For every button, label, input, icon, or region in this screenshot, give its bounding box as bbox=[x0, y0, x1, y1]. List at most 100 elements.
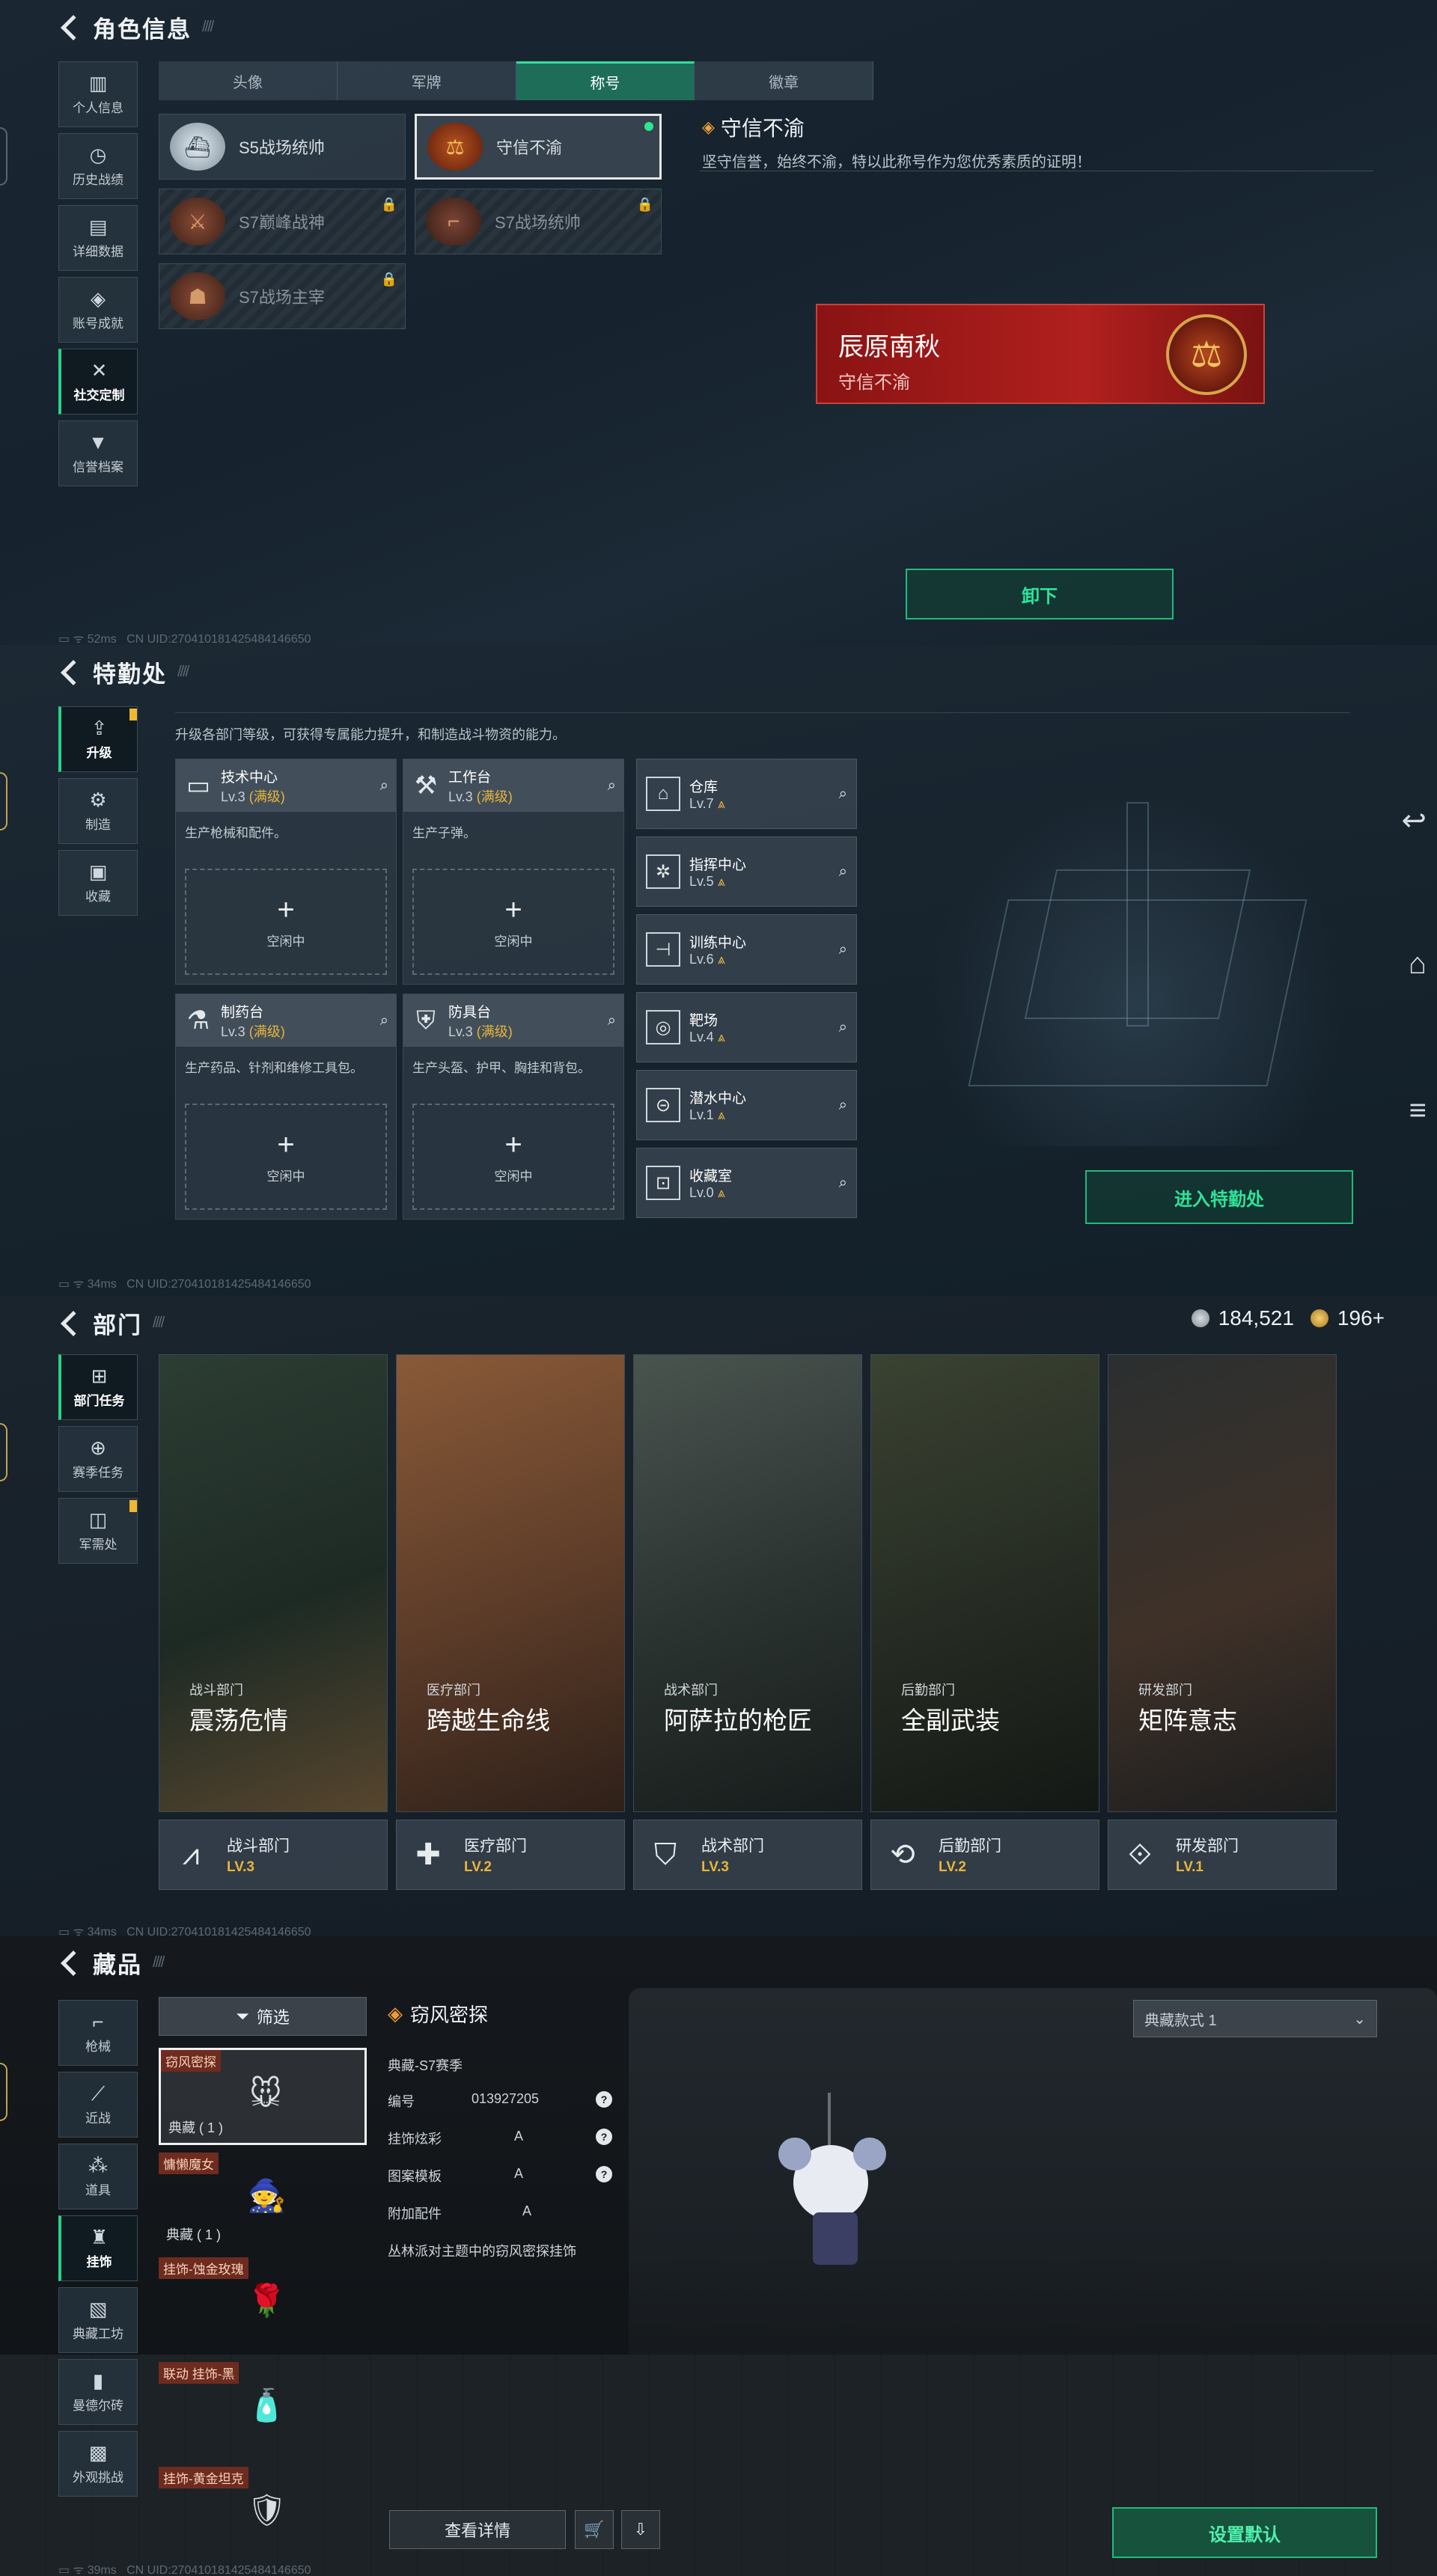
side-handle[interactable] bbox=[0, 2063, 7, 2121]
collection-item[interactable]: 窃风密探 🐭 典藏 ( 1 ) bbox=[159, 2048, 367, 2145]
sidebar-item-brick[interactable]: ▮ 曼德尔砖 bbox=[58, 2359, 138, 2425]
menu-nav-icon[interactable]: ≡ bbox=[1409, 1094, 1427, 1128]
side-handle[interactable] bbox=[0, 1423, 7, 1481]
tab-avatar[interactable]: 头像 bbox=[159, 61, 338, 100]
collection-item[interactable]: 挂饰-蚀金玫瑰 🌹 bbox=[159, 2257, 367, 2355]
title-card-selected[interactable]: ⚖ 守信不渝 bbox=[415, 114, 662, 180]
charm-3d-preview[interactable] bbox=[771, 2093, 921, 2317]
unequip-button[interactable]: 卸下 bbox=[906, 569, 1174, 619]
side-handle[interactable] bbox=[0, 127, 7, 186]
home-nav-icon[interactable]: ⌂ bbox=[1409, 947, 1427, 981]
sidebar-item-supply[interactable]: ◫ 军需处 bbox=[58, 1498, 138, 1564]
detail-heading: ◈ 窃风密探 bbox=[388, 2000, 642, 2028]
search-icon[interactable]: ⌕ bbox=[839, 1097, 847, 1114]
search-icon[interactable]: ⌕ bbox=[608, 777, 616, 795]
sidebar-item-melee[interactable]: ⟋ 近战 bbox=[58, 2072, 138, 2138]
search-icon[interactable]: ⌕ bbox=[608, 1012, 616, 1030]
sidebar-item-social-custom[interactable]: ✕ 社交定制 bbox=[58, 349, 138, 414]
department-level[interactable]: ⛉ 战术部门 LV.3 bbox=[633, 1820, 862, 1890]
download-icon[interactable]: ⇩ bbox=[621, 2510, 660, 2549]
back-icon[interactable] bbox=[61, 659, 86, 685]
style-dropdown[interactable]: 典藏款式 1 ⌄ bbox=[1133, 2000, 1377, 2037]
room-level: Lv.1 bbox=[689, 1107, 714, 1122]
title-card-locked[interactable]: ⌐ S7战场统帅 🔒 bbox=[415, 189, 662, 254]
tab-title[interactable]: 称号 bbox=[516, 61, 695, 100]
sidebar-item-history[interactable]: ◷ 历史战绩 bbox=[58, 133, 138, 199]
production-slot[interactable]: + 空闲中 bbox=[185, 1104, 387, 1210]
department-card[interactable]: 后勤部门 全副武装 bbox=[870, 1354, 1099, 1812]
help-icon[interactable]: ? bbox=[595, 2091, 612, 2108]
title-card-locked[interactable]: ⚔ S7巅峰战神 🔒 bbox=[159, 189, 406, 254]
sidebar-item-dept-task[interactable]: ⊞ 部门任务 bbox=[58, 1354, 138, 1420]
sidebar-item-props[interactable]: ⁂ 道具 bbox=[58, 2144, 138, 2209]
department-level[interactable]: ⩘ 战斗部门 LV.3 bbox=[159, 1820, 388, 1890]
sidebar-item-guns[interactable]: ⌐ 枪械 bbox=[58, 2000, 138, 2066]
production-slot[interactable]: + 空闲中 bbox=[412, 1104, 614, 1210]
row-key: 附加配件 bbox=[388, 2206, 442, 2221]
room-item[interactable]: ✲ 指挥中心 Lv.5 ⩓ ⌕ bbox=[636, 836, 857, 907]
back-icon[interactable] bbox=[61, 14, 86, 40]
title-card-locked[interactable]: ☗ S7战场主宰 🔒 bbox=[159, 263, 406, 329]
slot-status: 空闲中 bbox=[494, 1169, 533, 1184]
tab-dogtag[interactable]: 军牌 bbox=[338, 61, 516, 100]
gun-icon: ⌐ bbox=[92, 2010, 104, 2033]
department-level[interactable]: ⟲ 后勤部门 LV.2 bbox=[870, 1820, 1099, 1890]
search-icon[interactable]: ⌕ bbox=[839, 786, 847, 803]
department-level[interactable]: ⟐ 研发部门 LV.1 bbox=[1108, 1820, 1337, 1890]
help-icon[interactable]: ? bbox=[595, 2166, 612, 2182]
sidebar-item-credit[interactable]: ▼ 信誉档案 bbox=[58, 420, 138, 486]
back-icon[interactable] bbox=[61, 1310, 86, 1336]
upgrade-arrows-icon: ⩓ bbox=[717, 1107, 725, 1122]
tab-badge[interactable]: 徽章 bbox=[695, 61, 873, 100]
enter-special-ops-button[interactable]: 进入特勤处 bbox=[1085, 1170, 1353, 1224]
sidebar-item-personal-info[interactable]: ▥ 个人信息 bbox=[58, 61, 138, 127]
facility-card[interactable]: ⚗ 制药台 Lv.3 (满级) ⌕ 生产药品、针剂和维修工具包。 + 空闲中 bbox=[175, 994, 397, 1220]
filter-button[interactable]: ⏷ 筛选 bbox=[159, 1997, 367, 2036]
sidebar-item-upgrade[interactable]: ⇪ 升级 bbox=[58, 706, 138, 772]
room-item[interactable]: ⌂ 仓库 Lv.7 ⩓ ⌕ bbox=[636, 759, 857, 829]
search-icon[interactable]: ⌕ bbox=[380, 1012, 388, 1030]
room-item[interactable]: ⊡ 收藏室 Lv.0 ⩓ ⌕ bbox=[636, 1148, 857, 1218]
facility-card[interactable]: ▭ 技术中心 Lv.3 (满级) ⌕ 生产枪械和配件。 + 空闲中 bbox=[175, 759, 397, 985]
set-default-button[interactable]: 设置默认 bbox=[1112, 2507, 1377, 2558]
sidebar-item-season-task[interactable]: ⊕ 赛季任务 bbox=[58, 1426, 138, 1492]
search-icon[interactable]: ⌕ bbox=[380, 777, 388, 795]
cart-icon[interactable]: 🛒 bbox=[575, 2510, 614, 2549]
side-handle[interactable] bbox=[0, 772, 7, 830]
room-name: 仓库 bbox=[689, 780, 718, 795]
collection-item[interactable]: 慵懒魔女 🧙 典藏 ( 1 ) bbox=[159, 2153, 367, 2250]
department-level[interactable]: ✚ 医疗部门 LV.2 bbox=[396, 1820, 625, 1890]
production-slot[interactable]: + 空闲中 bbox=[412, 869, 614, 975]
facility-card[interactable]: ⛨ 防具台 Lv.3 (满级) ⌕ 生产头盔、护甲、胸挂和背包。 + 空闲中 bbox=[403, 994, 624, 1220]
facility-card[interactable]: ⚒ 工作台 Lv.3 (满级) ⌕ 生产子弹。 + 空闲中 bbox=[403, 759, 624, 985]
department-card[interactable]: 战斗部门 震荡危情 bbox=[159, 1354, 388, 1812]
search-icon[interactable]: ⌕ bbox=[839, 1019, 847, 1036]
search-icon[interactable]: ⌕ bbox=[839, 941, 847, 958]
back-nav-icon[interactable]: ↩ bbox=[1401, 804, 1427, 838]
sidebar-item-challenge[interactable]: ▩ 外观挑战 bbox=[58, 2431, 138, 2497]
sidebar-item-details[interactable]: ▤ 详细数据 bbox=[58, 205, 138, 271]
view-details-button[interactable]: 查看详情 bbox=[389, 2510, 566, 2549]
help-icon[interactable]: ? bbox=[595, 2129, 612, 2145]
room-item[interactable]: ⊝ 潜水中心 Lv.1 ⩓ ⌕ bbox=[636, 1070, 857, 1140]
shield-icon: ▼ bbox=[88, 430, 108, 453]
collection-item[interactable]: 挂饰-黄金坦克 🛡 bbox=[159, 2467, 367, 2549]
collection-item[interactable]: 联动 挂饰-黑 🧴 bbox=[159, 2362, 367, 2459]
room-item[interactable]: ⊣ 训练中心 Lv.6 ⩓ ⌕ bbox=[636, 914, 857, 985]
search-icon[interactable]: ⌕ bbox=[839, 1175, 847, 1192]
department-card[interactable]: 医疗部门 跨越生命线 bbox=[396, 1354, 625, 1812]
department-card[interactable]: 研发部门 矩阵意志 bbox=[1108, 1354, 1337, 1812]
department-card[interactable]: 战术部门 阿萨拉的枪匠 bbox=[633, 1354, 862, 1812]
back-icon[interactable] bbox=[61, 1950, 86, 1976]
search-icon[interactable]: ⌕ bbox=[839, 863, 847, 881]
knife-icon: ⟋ bbox=[91, 2081, 106, 2105]
room-item[interactable]: ◎ 靶场 Lv.4 ⩓ ⌕ bbox=[636, 992, 857, 1062]
title-card[interactable]: ⛴ S5战场统帅 bbox=[159, 114, 406, 180]
sidebar-item-collection[interactable]: ▣ 收藏 bbox=[58, 850, 138, 916]
sidebar-item-achievements[interactable]: ◈ 账号成就 bbox=[58, 277, 138, 343]
sidebar-item-workshop[interactable]: ▧ 典藏工坊 bbox=[58, 2287, 138, 2353]
sidebar-item-craft[interactable]: ⚙ 制造 bbox=[58, 778, 138, 844]
sidebar-item-charms[interactable]: ♜ 挂饰 bbox=[58, 2215, 138, 2281]
production-slot[interactable]: + 空闲中 bbox=[185, 869, 387, 975]
room-level: Lv.6 bbox=[689, 952, 714, 967]
